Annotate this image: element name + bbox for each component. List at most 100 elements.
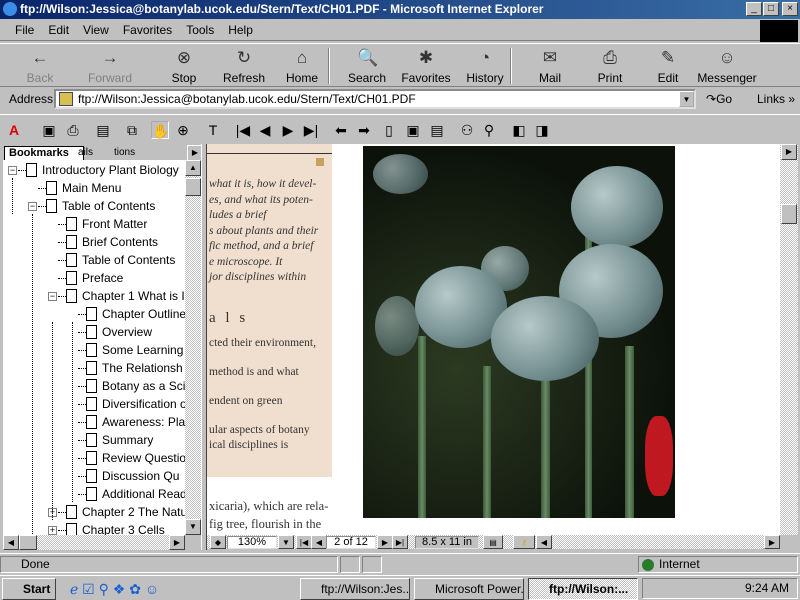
scroll-down-button[interactable]: ▼ <box>185 519 201 535</box>
show-bookmarks-icon[interactable]: ▤ <box>94 121 112 139</box>
menu-view[interactable]: View <box>76 20 116 40</box>
links-button[interactable]: Links » <box>757 92 795 106</box>
close-button[interactable]: × <box>782 2 798 16</box>
scroll-up-button[interactable]: ▲ <box>185 160 201 176</box>
bookmark-item[interactable]: Table of Contents <box>48 251 185 269</box>
go-forward-icon[interactable]: ➡ <box>355 121 373 139</box>
scroll-right-button[interactable]: ▶ <box>169 535 185 550</box>
save-icon[interactable]: ▣ <box>40 121 58 139</box>
find-icon[interactable]: ⚇ <box>458 121 476 139</box>
forward-button[interactable]: → Forward <box>80 46 140 85</box>
bookmark-item[interactable]: Some Learning <box>68 341 185 359</box>
bookmark-item[interactable]: Chapter Outline <box>68 305 185 323</box>
favorites-button[interactable]: ✱ Favorites <box>396 46 456 85</box>
bookmark-item[interactable]: Front Matter <box>48 215 185 233</box>
next-page-icon[interactable]: ▶ <box>279 121 297 139</box>
bookmark-item[interactable]: − Table of Contents <box>28 197 185 215</box>
nav-scroll-left[interactable]: ◀ <box>536 535 552 549</box>
bookmark-item[interactable]: Botany as a Sci <box>68 377 185 395</box>
bookmark-item[interactable]: Diversification o <box>68 395 185 413</box>
bookmark-item[interactable]: Overview <box>68 323 185 341</box>
rotate-left-icon[interactable]: ◧ <box>510 121 528 139</box>
home-button[interactable]: ⌂ Home <box>272 46 332 85</box>
bookmark-item[interactable]: + Chapter 3 Cells <box>48 521 185 535</box>
messenger-button[interactable]: ☺ Messenger <box>697 46 757 85</box>
bookmark-item[interactable]: Main Menu <box>28 179 185 197</box>
maximize-button[interactable]: □ <box>763 2 779 16</box>
refresh-button[interactable]: ↻ Refresh <box>214 46 274 85</box>
first-page-button[interactable]: |◀ <box>296 535 312 549</box>
menu-help[interactable]: Help <box>221 20 260 40</box>
bookmark-item[interactable]: Preface <box>48 269 185 287</box>
scroll-thumb[interactable] <box>185 178 201 196</box>
go-button[interactable]: ↷Go <box>706 92 732 106</box>
search-button[interactable]: 🔍 Search <box>337 46 397 85</box>
task-ftp-folder[interactable]: ftp://Wilson:Jes... <box>300 578 410 600</box>
print-icon[interactable]: ⎙ <box>64 121 82 139</box>
go-back-icon[interactable]: ⬅ <box>332 121 350 139</box>
bookmark-vertical-scrollbar[interactable]: ▲ ▼ <box>185 160 201 535</box>
actual-size-icon[interactable]: ▯ <box>380 121 398 139</box>
address-dropdown[interactable]: ▼ <box>679 91 694 107</box>
hscroll-thumb[interactable] <box>19 535 37 550</box>
split-icon[interactable]: ◆ <box>210 535 226 549</box>
doc-scroll-thumb[interactable] <box>781 204 797 224</box>
zoom-field[interactable]: 130% <box>227 536 277 549</box>
bookmark-item[interactable]: Brief Contents <box>48 233 185 251</box>
first-page-icon[interactable]: |◀ <box>234 121 252 139</box>
start-button[interactable]: Start <box>2 578 56 600</box>
mail-button[interactable]: ✉ Mail <box>520 46 580 85</box>
copy-icon[interactable]: ⧉ <box>123 121 141 139</box>
bookmark-item[interactable]: + Chapter 2 The Natu <box>48 503 185 521</box>
text-select-icon[interactable]: T <box>204 121 222 139</box>
expand-toggle[interactable]: + <box>48 526 57 535</box>
scroll-left-button[interactable]: ◀ <box>3 535 19 550</box>
tab-thumbnails[interactable]: ails <box>74 147 114 160</box>
zoom-dropdown[interactable]: ▼ <box>278 535 294 549</box>
collapse-toggle[interactable]: − <box>8 166 17 175</box>
menu-favorites[interactable]: Favorites <box>116 20 179 40</box>
last-page-button[interactable]: ▶| <box>392 535 408 549</box>
address-input[interactable]: ftp://Wilson:Jessica@botanylab.ucok.edu/… <box>54 89 696 109</box>
collapse-toggle[interactable]: − <box>48 292 57 301</box>
document-vertical-scrollbar[interactable]: ▶ <box>780 144 798 535</box>
bookmark-item[interactable]: Discussion Qu <box>68 467 185 485</box>
menu-file[interactable]: File <box>8 20 41 40</box>
stop-button[interactable]: ⊗ Stop <box>154 46 214 85</box>
bookmark-item[interactable]: − Chapter 1 What is I <box>48 287 185 305</box>
bookmark-item[interactable]: − Introductory Plant Biology <box>8 161 185 179</box>
bookmark-item[interactable]: The Relationsh <box>68 359 185 377</box>
fit-width-icon[interactable]: ▤ <box>428 121 446 139</box>
prev-page-button[interactable]: ◀ <box>311 535 327 549</box>
next-page-button[interactable]: ▶ <box>377 535 393 549</box>
bookmark-item[interactable]: Awareness: Pla <box>68 413 185 431</box>
page-layout-icon[interactable]: ▤ <box>483 535 503 549</box>
edit-button[interactable]: ✎ Edit <box>638 46 698 85</box>
minimize-button[interactable]: _ <box>746 2 762 16</box>
collapse-toggle[interactable]: − <box>28 202 37 211</box>
search-index-icon[interactable]: ⚲ <box>480 121 498 139</box>
print-button[interactable]: ⎙ Print <box>580 46 640 85</box>
history-button[interactable]: ◔ History <box>455 46 515 85</box>
hand-tool-icon[interactable]: ✋ <box>151 121 169 139</box>
fit-page-icon[interactable]: ▣ <box>404 121 422 139</box>
task-ie-active[interactable]: ftp://Wilson:... <box>528 578 638 600</box>
bookmark-horizontal-scrollbar[interactable]: ◀ ▶ <box>3 535 185 550</box>
prev-page-icon[interactable]: ◀ <box>256 121 274 139</box>
tab-bookmarks[interactable]: Bookmarks <box>4 146 84 160</box>
tab-annotations[interactable]: tions <box>110 147 150 160</box>
last-page-icon[interactable]: ▶| <box>302 121 320 139</box>
key-icon[interactable]: ⚷ <box>513 535 535 549</box>
quick-launch-icons[interactable]: ℯ ☑ ⚲ ❖ ✿ ☺ <box>70 581 159 598</box>
back-button[interactable]: ← Back <box>10 46 70 85</box>
rotate-right-icon[interactable]: ◨ <box>533 121 551 139</box>
bookmark-item[interactable]: Review Questio <box>68 449 185 467</box>
zoom-tool-icon[interactable]: ⊕ <box>174 121 192 139</box>
doc-scroll-up[interactable]: ▶ <box>781 144 797 160</box>
menu-tools[interactable]: Tools <box>179 20 221 40</box>
page-number-field[interactable]: 2 of 12 <box>326 536 376 549</box>
bookmark-item[interactable]: Summary <box>68 431 185 449</box>
menu-edit[interactable]: Edit <box>41 20 76 40</box>
bookmark-item[interactable]: Additional Read <box>68 485 185 503</box>
task-powerpoint[interactable]: Microsoft Power... <box>414 578 524 600</box>
